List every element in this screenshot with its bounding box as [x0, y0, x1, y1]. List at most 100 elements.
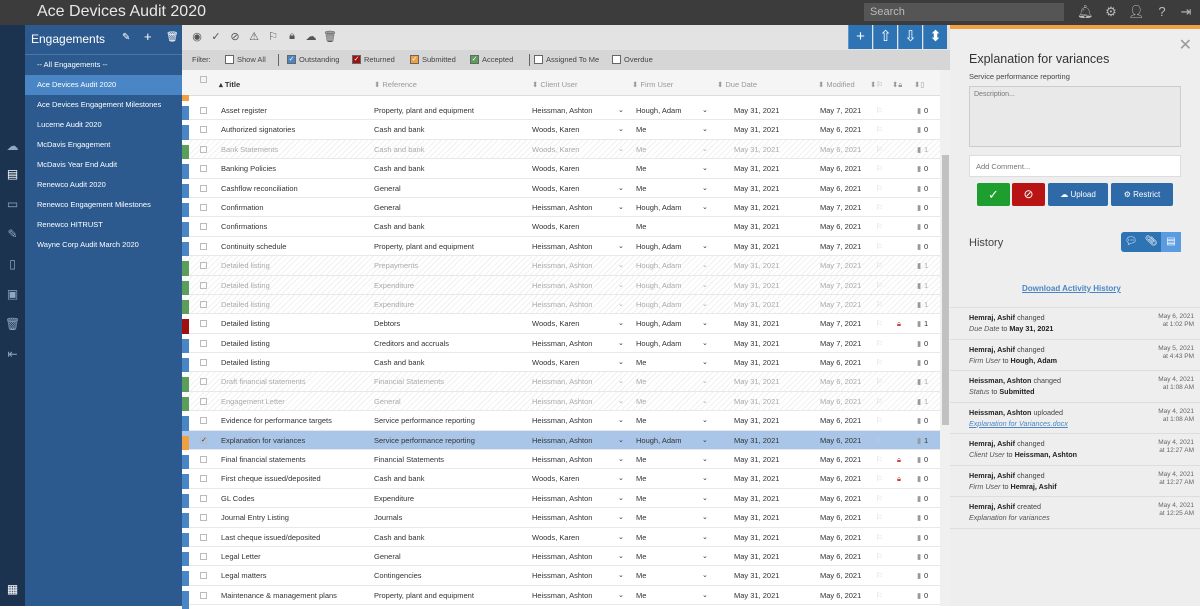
attachments-tab-icon[interactable]: 📎︎ — [1141, 232, 1161, 252]
cloud-icon[interactable]: ☁ — [5, 139, 20, 154]
row-checkbox[interactable] — [200, 165, 207, 173]
chevron-down-icon[interactable]: ⌄ — [618, 358, 624, 366]
edit-engagement-icon[interactable]: ✎ — [122, 32, 130, 43]
filter-checkbox[interactable] — [534, 55, 543, 64]
table-row[interactable]: Legal matters Contingencies Heissman, Asht… — [182, 566, 940, 590]
close-icon[interactable]: ✕ — [1179, 35, 1192, 55]
flag-icon[interactable]: ⚐ — [876, 552, 883, 561]
firm-user-select[interactable]: Me — [636, 145, 646, 154]
scrollbar-thumb[interactable] — [942, 155, 949, 425]
warning-icon[interactable]: ⚠ — [247, 30, 261, 43]
row-checkbox[interactable] — [200, 203, 207, 211]
chevron-down-icon[interactable]: ⌄ — [702, 436, 708, 444]
table-row[interactable]: Confirmations Cash and bank Woods, Karen Me… — [182, 217, 940, 241]
flag-icon[interactable]: ⚐ — [876, 474, 883, 483]
flag-icon[interactable]: ⚐ — [876, 222, 883, 231]
flag-icon[interactable]: ⚐ — [876, 281, 883, 290]
chevron-down-icon[interactable]: ⌄ — [702, 339, 708, 347]
search-input[interactable] — [864, 3, 1064, 21]
table-row[interactable]: Legal Letter General Heissman, Ashton ⌄ Me ⌄ M… — [182, 546, 940, 571]
task-title[interactable]: Detailed listing — [221, 300, 270, 309]
row-checkbox[interactable] — [200, 552, 207, 560]
chevron-down-icon[interactable]: ⌄ — [618, 145, 624, 153]
client-user-select[interactable]: Heissman, Ashton — [532, 261, 592, 270]
table-row[interactable]: Journal Entry Listing Journals Heissman, A… — [182, 508, 940, 532]
filter-outstanding[interactable]: ✓ Outstanding — [287, 55, 339, 64]
engagement-item[interactable]: Renewco HITRUST — [25, 215, 182, 235]
client-user-select[interactable]: Heissman, Ashton — [532, 436, 592, 445]
client-user-select[interactable]: Woods, Karen — [532, 222, 579, 231]
chevron-down-icon[interactable]: ⌄ — [702, 591, 708, 599]
filter-assigned-to-me[interactable]: Assigned To Me — [534, 55, 599, 64]
flag-icon[interactable]: ⚐ — [876, 591, 883, 600]
task-title[interactable]: Final financial statements — [221, 455, 306, 464]
client-user-select[interactable]: Woods, Karen — [532, 533, 579, 542]
filter-checkbox[interactable]: ✓ — [287, 55, 296, 64]
activity-tab-icon[interactable]: ▤ — [1161, 232, 1181, 252]
client-user-select[interactable]: Heissman, Ashton — [532, 571, 592, 580]
row-checkbox[interactable] — [200, 572, 207, 580]
import-button[interactable]: ⇩ — [898, 25, 922, 49]
flag-icon[interactable]: ⚐ — [876, 319, 883, 328]
table-row[interactable]: First cheque issued/deposited Cash and ba… — [182, 469, 940, 493]
comments-tab-icon[interactable]: 💬︎ — [1121, 232, 1141, 252]
firm-user-select[interactable]: Me — [636, 164, 646, 173]
trash-icon[interactable]: 🗑︎ — [5, 317, 20, 332]
view-icon[interactable]: ◉ — [190, 30, 204, 43]
firm-user-select[interactable]: Hough, Adam — [636, 203, 681, 212]
chevron-down-icon[interactable]: ⌄ — [618, 203, 624, 211]
chevron-down-icon[interactable]: ⌄ — [618, 591, 624, 599]
table-row[interactable]: Detailed listing Prepayments Heissman, Ash… — [182, 256, 940, 280]
table-row[interactable]: ✓ Explanation for variances Service perfor… — [182, 430, 940, 455]
logout-icon[interactable]: ⇥ — [1178, 4, 1194, 20]
select-all-checkbox[interactable] — [200, 76, 207, 83]
firm-user-select[interactable]: Hough, Adam — [636, 281, 681, 290]
chevron-down-icon[interactable]: ⌄ — [618, 533, 624, 541]
chevron-down-icon[interactable]: ⌄ — [618, 319, 624, 327]
sort-button[interactable]: ⬍ — [923, 25, 947, 49]
flag-icon[interactable]: ⚐ — [876, 513, 883, 522]
col-due-date[interactable]: ⬍ Due Date — [717, 80, 757, 89]
add-engagement-icon[interactable]: + — [144, 29, 152, 44]
flag-icon[interactable]: ⚐ — [876, 184, 883, 193]
col-reference[interactable]: ⬍ Reference — [374, 80, 417, 89]
firm-user-select[interactable]: Me — [636, 571, 646, 580]
table-row[interactable]: Confirmation General Heissman, Ashton ⌄ Houg… — [182, 197, 940, 222]
client-user-select[interactable]: Woods, Karen — [532, 358, 579, 367]
task-title[interactable]: Cashflow reconciliation — [221, 184, 298, 193]
table-row[interactable]: Evidence for performance targets Service … — [182, 411, 940, 435]
client-user-select[interactable]: Woods, Karen — [532, 184, 579, 193]
chevron-down-icon[interactable]: ⌄ — [702, 358, 708, 366]
chevron-down-icon[interactable]: ⌄ — [702, 533, 708, 541]
task-title[interactable]: Last cheque issued/deposited — [221, 533, 320, 542]
col-client-user[interactable]: ⬍ Client User — [532, 80, 577, 89]
lock-icon[interactable]: 🔒︎ — [897, 474, 901, 484]
filter-submitted[interactable]: ✓ Submitted — [410, 55, 456, 64]
row-checkbox[interactable] — [200, 456, 207, 464]
chevron-down-icon[interactable]: ⌄ — [702, 552, 708, 560]
client-user-select[interactable]: Heissman, Ashton — [532, 552, 592, 561]
client-user-select[interactable]: Heissman, Ashton — [532, 455, 592, 464]
flag-icon[interactable]: ⚐ — [876, 261, 883, 270]
chevron-down-icon[interactable]: ⌄ — [702, 377, 708, 385]
chevron-down-icon[interactable]: ⌄ — [618, 339, 624, 347]
filter-show-all[interactable]: Show All — [225, 55, 266, 64]
description-field[interactable] — [969, 86, 1181, 147]
engagement-item[interactable]: Ace Devices Audit 2020 — [25, 75, 182, 95]
client-user-select[interactable]: Heissman, Ashton — [532, 281, 592, 290]
reject-icon[interactable]: ⊘ — [228, 30, 242, 43]
row-checkbox[interactable] — [200, 223, 207, 231]
accept-icon[interactable]: ✓ — [209, 30, 223, 43]
task-title[interactable]: Legal Letter — [221, 552, 261, 561]
table-row[interactable]: Detailed listing Expenditure Heissman, Ash… — [182, 275, 940, 299]
client-user-select[interactable]: Heissman, Ashton — [532, 416, 592, 425]
filter-accepted[interactable]: ✓ Accepted — [470, 55, 513, 64]
row-checkbox[interactable] — [200, 107, 207, 114]
task-title[interactable]: Detailed listing — [221, 281, 270, 290]
col-firm-user[interactable]: ⬍ Firm User — [632, 80, 673, 89]
engagement-item[interactable]: Renewco Audit 2020 — [25, 175, 182, 195]
chevron-down-icon[interactable]: ⌄ — [702, 494, 708, 502]
engagement-item[interactable]: Ace Devices Engagement Milestones — [25, 95, 182, 115]
client-user-select[interactable]: Woods, Karen — [532, 125, 579, 134]
client-user-select[interactable]: Heissman, Ashton — [532, 377, 592, 386]
